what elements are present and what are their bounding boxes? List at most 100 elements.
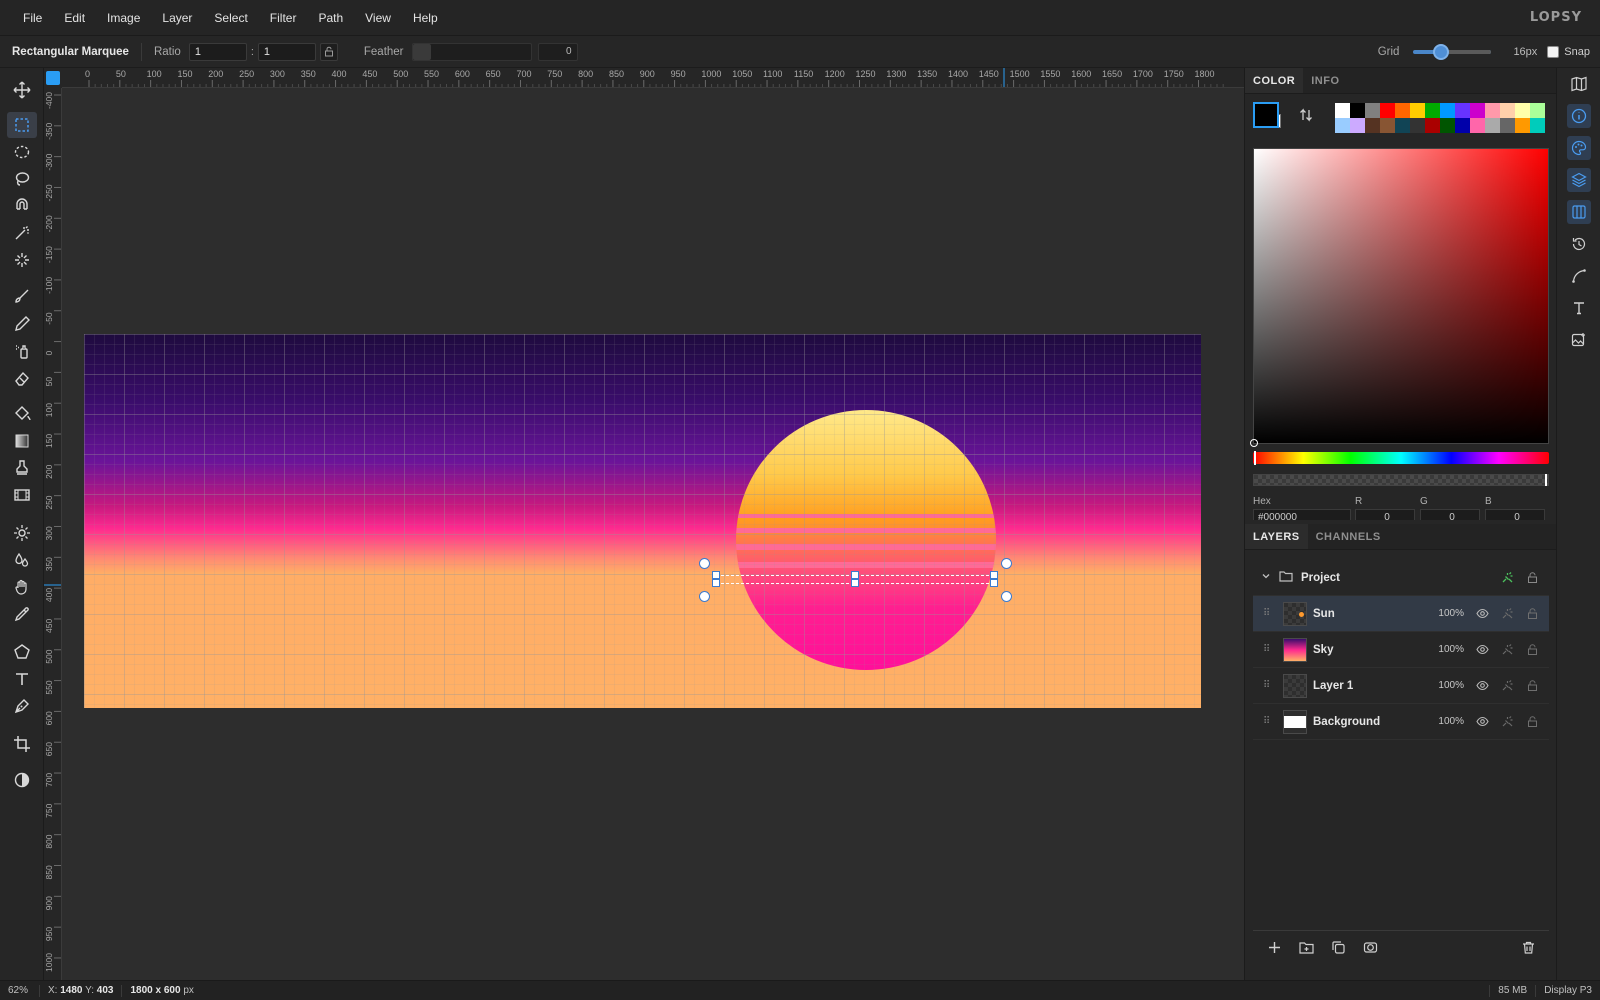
color-swatch[interactable]	[1515, 103, 1530, 118]
eye-icon[interactable]	[1474, 714, 1490, 730]
menu-edit[interactable]: Edit	[53, 0, 96, 36]
eye-icon[interactable]	[1474, 678, 1490, 694]
blue-input[interactable]: 0	[1485, 509, 1545, 520]
color-swatch[interactable]	[1365, 103, 1380, 118]
shape-tool[interactable]	[7, 639, 37, 665]
color-swatch[interactable]	[1350, 118, 1365, 133]
ratio-width-input[interactable]	[188, 42, 247, 61]
color-swatch[interactable]	[1410, 103, 1425, 118]
dodge-tool[interactable]	[7, 520, 37, 546]
color-swatch[interactable]	[1380, 103, 1395, 118]
color-swatch[interactable]	[1410, 118, 1425, 133]
color-swatch[interactable]	[1425, 103, 1440, 118]
color-swatch[interactable]	[1530, 103, 1545, 118]
rotate-handle[interactable]	[699, 558, 710, 569]
blur-tool[interactable]	[7, 547, 37, 573]
layer-name[interactable]: Sky	[1313, 644, 1430, 656]
color-swatch[interactable]	[1530, 118, 1545, 133]
adjustment-tool[interactable]	[7, 767, 37, 793]
lock-icon[interactable]	[1524, 606, 1540, 622]
color-swatch[interactable]	[1500, 103, 1515, 118]
hue-slider-marker[interactable]	[1254, 451, 1256, 465]
menu-layer[interactable]: Layer	[151, 0, 203, 36]
magnetic-lasso-tool[interactable]	[7, 193, 37, 219]
transform-handle[interactable]	[990, 571, 998, 579]
layer-name[interactable]: Background	[1313, 716, 1430, 728]
alpha-slider[interactable]	[1253, 474, 1549, 486]
lock-icon[interactable]	[1524, 678, 1540, 694]
saturation-value-picker[interactable]	[1250, 148, 1549, 447]
color-swatch[interactable]	[1440, 118, 1455, 133]
lock-icon[interactable]	[1524, 570, 1540, 586]
color-swatch[interactable]	[1335, 103, 1350, 118]
color-swatch[interactable]	[1335, 118, 1350, 133]
spray-tool[interactable]	[7, 338, 37, 364]
drag-handle-icon[interactable]: ⠿	[1263, 680, 1277, 691]
transform-handle[interactable]	[712, 571, 720, 579]
color-swatch[interactable]	[1470, 118, 1485, 133]
rotate-handle[interactable]	[1001, 591, 1012, 602]
delete-layer-button[interactable]	[1517, 937, 1539, 959]
menu-filter[interactable]: Filter	[259, 0, 308, 36]
drag-handle-icon[interactable]: ⠿	[1263, 716, 1277, 727]
pattern-tool[interactable]	[7, 482, 37, 508]
channels-panel-button[interactable]	[1567, 200, 1591, 224]
layer-row[interactable]: ⠿ Sun 100%	[1253, 596, 1549, 632]
fill-tool[interactable]	[7, 401, 37, 427]
tab-info[interactable]: INFO	[1303, 68, 1347, 93]
color-swatch[interactable]	[1455, 103, 1470, 118]
hand-tool[interactable]	[7, 574, 37, 600]
quick-select-tool[interactable]	[7, 247, 37, 273]
feather-slider[interactable]	[411, 42, 532, 61]
hue-slider[interactable]	[1253, 451, 1549, 465]
info-panel-button[interactable]	[1567, 104, 1591, 128]
swap-colors-button[interactable]	[1299, 108, 1313, 127]
foreground-color-swatch[interactable]	[1253, 102, 1279, 128]
zoom-level[interactable]: 62%	[0, 984, 40, 997]
selection-marquee[interactable]	[699, 558, 1012, 602]
color-swatch[interactable]	[1395, 103, 1410, 118]
color-swatch[interactable]	[1485, 118, 1500, 133]
menu-help[interactable]: Help	[402, 0, 449, 36]
grid-size-slider[interactable]	[1413, 44, 1492, 60]
eye-icon[interactable]	[1474, 606, 1490, 622]
menu-image[interactable]: Image	[96, 0, 151, 36]
move-tool[interactable]	[7, 77, 37, 103]
transform-handle[interactable]	[712, 579, 720, 587]
character-panel-button[interactable]	[1567, 296, 1591, 320]
menu-view[interactable]: View	[354, 0, 402, 36]
eye-icon[interactable]	[1474, 642, 1490, 658]
layer-row[interactable]: ⠿ Sky 100%	[1253, 632, 1549, 668]
elliptical-marquee-tool[interactable]	[7, 139, 37, 165]
color-swatch[interactable]	[1380, 118, 1395, 133]
menu-select[interactable]: Select	[203, 0, 258, 36]
add-group-button[interactable]	[1295, 937, 1317, 959]
color-swatch[interactable]	[1485, 103, 1500, 118]
feather-slider-knob[interactable]	[412, 43, 431, 60]
brush-tool[interactable]	[7, 284, 37, 310]
rotate-handle[interactable]	[1001, 558, 1012, 569]
color-swatch[interactable]	[1500, 118, 1515, 133]
menu-path[interactable]: Path	[307, 0, 354, 36]
rectangular-marquee-tool[interactable]	[7, 112, 37, 138]
canvas-workspace[interactable]	[62, 88, 1244, 980]
transform-handle[interactable]	[851, 571, 859, 579]
layer-opacity[interactable]: 100%	[1430, 680, 1464, 691]
color-swatch[interactable]	[1365, 118, 1380, 133]
lock-icon[interactable]	[1524, 642, 1540, 658]
text-tool[interactable]	[7, 666, 37, 692]
ratio-lock-button[interactable]	[319, 42, 338, 61]
image-library-button[interactable]	[1567, 328, 1591, 352]
add-layer-button[interactable]	[1263, 937, 1285, 959]
lock-icon[interactable]	[1524, 714, 1540, 730]
fx-icon[interactable]	[1499, 678, 1515, 694]
pen-tool[interactable]	[7, 693, 37, 719]
layer-group-project[interactable]: Project	[1253, 560, 1549, 596]
layers-panel-button[interactable]	[1567, 168, 1591, 192]
duplicate-layer-button[interactable]	[1327, 937, 1349, 959]
color-swatch[interactable]	[1470, 103, 1485, 118]
color-swatch[interactable]	[1425, 118, 1440, 133]
ratio-height-input[interactable]	[257, 42, 316, 61]
color-panel-button[interactable]	[1567, 136, 1591, 160]
color-swatch[interactable]	[1455, 118, 1470, 133]
